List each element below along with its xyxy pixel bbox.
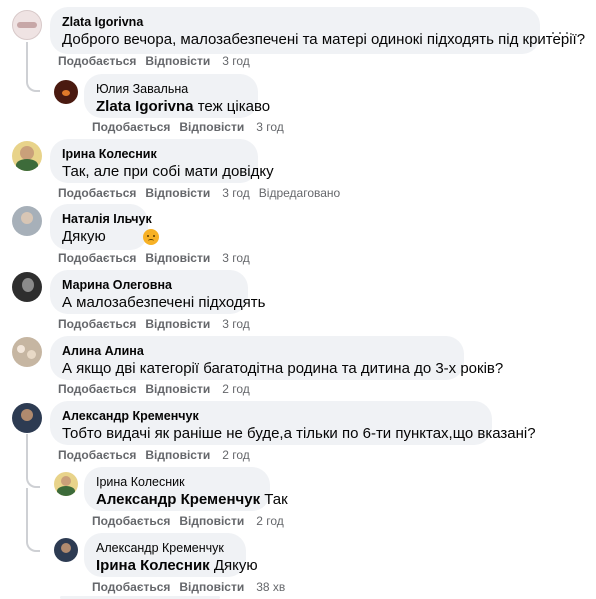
reply-button[interactable]: Відповісти [179,120,244,134]
mention-link[interactable]: Ірина Колесник [96,557,210,574]
comment-author[interactable]: Наталія Ільчук [62,211,152,227]
comment-bubble: Алина Алина А якщо дві категорії багатод… [50,336,504,380]
comment-text: А малозабезпечені підходять [62,294,266,311]
reply-button[interactable]: Відповісти [145,54,210,68]
reply-button[interactable]: Відповісти [145,317,210,331]
comment-bubble: Александр Кременчук Ірина Колесник Дякую [84,533,258,577]
avatar[interactable] [12,206,42,236]
avatar[interactable] [12,337,42,367]
comment-actions: Подобається Відповісти 2 год [58,448,259,462]
like-button[interactable]: Подобається [58,251,136,265]
comment-author[interactable]: Александр Кременчук [62,408,480,424]
comment-text: Тобто видачі як раніше не буде,а тільки … [62,425,536,442]
comment-time[interactable]: 3 год [222,317,250,331]
reply-button[interactable]: Відповісти [145,382,210,396]
avatar[interactable] [54,538,78,562]
comment-author[interactable]: Ірина Колесник [62,146,246,162]
comment-actions: Подобається Відповісти 38 хв [92,580,294,594]
comment-author[interactable]: Юлия Завальна [96,81,246,97]
like-button[interactable]: Подобається [58,317,136,331]
comment-actions: Подобається Відповісти 2 год [92,514,293,528]
like-button[interactable]: Подобається [92,580,170,594]
mention-link[interactable]: Zlata Igorivna [96,98,194,115]
like-button[interactable]: Подобається [58,186,136,200]
thread-line [26,42,28,78]
comment-text: Так [264,491,288,508]
comment-text: А якщо дві категорії багатодітна родина … [62,360,504,377]
like-button[interactable]: Подобається [92,514,170,528]
comment-actions: Подобається Відповісти 3 год [92,120,293,134]
comment-actions: Подобається Відповісти 3 год [58,54,259,68]
thread-connector [26,76,40,92]
comment-text: Доброго вечора, малозабезпечені та матер… [62,31,586,48]
comment-time[interactable]: 3 год [222,186,250,200]
comment-actions: Подобається Відповісти 3 год [58,317,259,331]
comment-text: Дякую [62,228,106,245]
comment-bubble: Ірина Колесник Так, але при собі мати до… [50,139,274,183]
comment-actions: Подобається Відповісти 2 год [58,382,259,396]
edited-label[interactable]: Відредаговано [259,186,340,200]
comment-bubble: Марина Олеговна А малозабезпечені підход… [50,270,266,314]
thread-connector [26,472,40,488]
comment-author[interactable]: Ірина Колесник [96,474,258,490]
comment-author[interactable]: Александр Кременчук [96,540,234,556]
like-button[interactable]: Подобається [58,382,136,396]
avatar[interactable] [54,472,78,496]
avatar[interactable] [54,80,78,104]
comment-author[interactable]: Алина Алина [62,343,452,359]
reply-button[interactable]: Відповісти [145,448,210,462]
avatar[interactable] [12,10,42,40]
thread-connector [26,536,40,552]
comment-time[interactable]: 3 год [256,120,284,134]
comment-time[interactable]: 2 год [222,448,250,462]
comment-bubble: Юлия Завальна Zlata Igorivna теж цікаво [84,74,270,118]
sad-face-emoji-icon [143,229,159,245]
comment-bubble: Наталія Ільчук Дякую [50,204,152,250]
comment-bubble: Александр Кременчук Тобто видачі як рані… [50,401,536,445]
comment-time[interactable]: 2 год [222,382,250,396]
reply-button[interactable]: Відповісти [145,251,210,265]
like-button[interactable]: Подобається [92,120,170,134]
like-button[interactable]: Подобається [58,448,136,462]
thread-line [26,488,28,538]
comment-bubble: Ірина Колесник Александр Кременчук Так [84,467,288,511]
comment-time[interactable]: 3 год [222,54,250,68]
comment-actions: Подобається Відповісти 3 год Відредаговано [58,186,340,200]
comment-text: Дякую [213,557,258,574]
more-options-icon[interactable]: ··· [550,23,571,41]
comment-text: Так, але при собі мати довідку [62,163,274,180]
like-button[interactable]: Подобається [58,54,136,68]
thread-line [26,434,28,474]
mention-link[interactable]: Александр Кременчук [96,491,260,508]
comment-author[interactable]: Zlata Igorivna [62,14,528,30]
reply-button[interactable]: Відповісти [179,580,244,594]
reply-button[interactable]: Відповісти [145,186,210,200]
comment-bubble: Zlata Igorivna Доброго вечора, малозабез… [50,7,586,54]
avatar[interactable] [12,403,42,433]
comment-author[interactable]: Марина Олеговна [62,277,236,293]
comment-time[interactable]: 38 хв [256,580,285,594]
comment-text: теж цікаво [197,98,271,115]
comment-time[interactable]: 3 год [222,251,250,265]
avatar[interactable] [12,141,42,171]
avatar[interactable] [12,272,42,302]
comment-time[interactable]: 2 год [256,514,284,528]
reply-button[interactable]: Відповісти [179,514,244,528]
comment-actions: Подобається Відповісти 3 год [58,251,259,265]
